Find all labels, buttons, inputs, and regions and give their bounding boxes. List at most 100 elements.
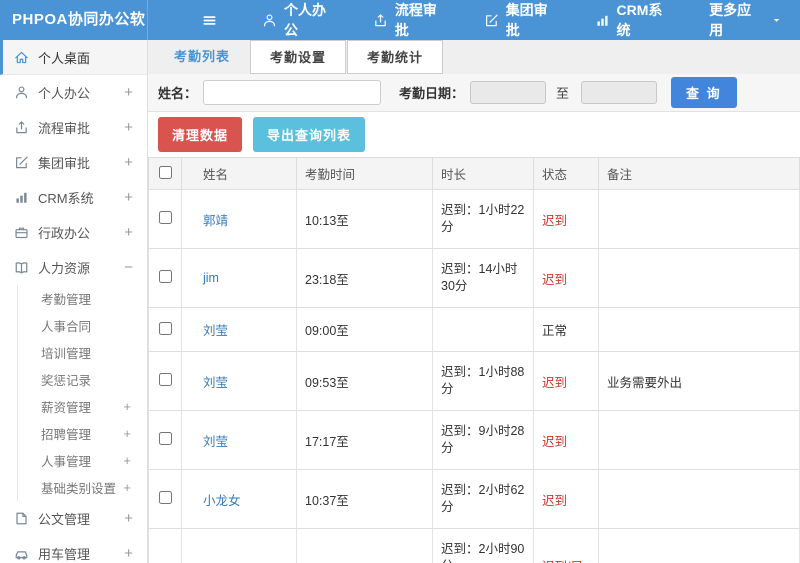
sidebar-item-reward-punishment[interactable]: 奖惩记录: [17, 366, 147, 393]
expand-toggle-icon[interactable]: +: [123, 427, 131, 440]
sidebar-item-admin-office[interactable]: 行政办公 +: [0, 215, 147, 250]
employee-name-link[interactable]: 郭靖: [203, 214, 228, 228]
tab-bar: 考勤列表 考勤设置 考勤统计: [148, 40, 800, 74]
topbar-nav-crm-system[interactable]: CRM系统: [577, 0, 692, 40]
expand-toggle-icon[interactable]: +: [124, 85, 133, 100]
row-checkbox[interactable]: [158, 491, 172, 504]
table-row: 小龙女 10:37至 迟到：2小时62分 迟到: [148, 469, 800, 529]
chart-icon: [595, 13, 610, 28]
edit-icon: [484, 13, 499, 28]
car-icon: [14, 546, 29, 561]
topbar: PHPOA协同办公软件 个人办公 流程审批 集团审批 CRM系统 更多应用: [0, 0, 800, 68]
employee-name-link[interactable]: jim: [203, 271, 219, 285]
person-icon: [262, 13, 277, 28]
topbar-nav-group-approval[interactable]: 集团审批: [466, 0, 577, 40]
duration-cell: 迟到：14小时30分: [432, 248, 534, 308]
edit-icon: [14, 155, 29, 170]
expand-toggle-icon[interactable]: +: [124, 225, 133, 240]
expand-toggle-icon[interactable]: +: [123, 481, 131, 494]
sidebar-item-attendance-management[interactable]: 考勤管理: [17, 285, 147, 312]
row-checkbox[interactable]: [158, 321, 172, 335]
expand-toggle-icon[interactable]: −: [124, 260, 133, 275]
employee-name-link[interactable]: 刘莹: [203, 435, 228, 449]
expand-toggle-icon[interactable]: +: [124, 511, 133, 526]
sidebar-item-hr-contract[interactable]: 人事合同: [17, 312, 147, 339]
sidebar-item-group-approval[interactable]: 集团审批 +: [0, 145, 147, 180]
topbar-nav-more-apps[interactable]: 更多应用: [691, 0, 800, 40]
expand-toggle-icon[interactable]: +: [123, 454, 131, 467]
tab-attendance-list[interactable]: 考勤列表: [155, 40, 249, 74]
status-cell: 迟到/早退: [533, 528, 599, 563]
flow-icon: [373, 13, 388, 28]
note-cell: [598, 469, 800, 529]
row-checkbox[interactable]: [158, 432, 172, 445]
attendance-time-cell: 09:00至: [296, 307, 433, 352]
sidebar-item-base-category-settings[interactable]: 基础类别设置 +: [17, 474, 147, 501]
topbar-nav-personal-office[interactable]: 个人办公: [244, 0, 355, 40]
sidebar: 个人桌面 个人办公 + 流程审批 + 集团审批 + CRM系统 + 行政办公 +…: [0, 40, 148, 563]
sidebar-item-training-management[interactable]: 培训管理: [17, 339, 147, 366]
duration-cell: 迟到：1小时22分: [432, 189, 534, 249]
date-to-input[interactable]: [581, 81, 658, 104]
column-header: 姓名: [181, 157, 297, 190]
row-checkbox[interactable]: [158, 270, 172, 283]
status-cell: 迟到: [533, 248, 599, 308]
status-cell: 正常: [533, 307, 599, 352]
sidebar-item-crm-system[interactable]: CRM系统 +: [0, 180, 147, 215]
expand-toggle-icon[interactable]: +: [124, 190, 133, 205]
sidebar-item-workflow-approval[interactable]: 流程审批 +: [0, 110, 147, 145]
employee-name-link[interactable]: 刘莹: [203, 376, 228, 390]
date-from-input[interactable]: [470, 81, 547, 104]
app-window: PHPOA协同办公软件 个人办公 流程审批 集团审批 CRM系统 更多应用 个人…: [0, 0, 800, 563]
tab-attendance-stats[interactable]: 考勤统计: [347, 40, 444, 74]
table-header-row: 姓名 考勤时间 时长 状态 备注: [148, 157, 800, 190]
expand-toggle-icon[interactable]: +: [124, 155, 133, 170]
sidebar-item-document-management[interactable]: 公文管理 +: [0, 501, 147, 536]
expand-toggle-icon[interactable]: +: [124, 120, 133, 135]
note-cell: [598, 410, 800, 470]
column-header: 备注: [598, 157, 800, 190]
sidebar-item-vehicle-management[interactable]: 用车管理 +: [0, 536, 147, 563]
row-checkbox[interactable]: [158, 373, 172, 386]
attendance-table-wrap: 姓名 考勤时间 时长 状态 备注 郭靖 10:13至 迟到：1小时22分 迟到 jim …: [148, 157, 800, 563]
hamburger-icon[interactable]: [196, 7, 222, 33]
note-cell: 业务需要外出: [598, 351, 800, 411]
sidebar-item-recruit-management[interactable]: 招聘管理 +: [17, 420, 147, 447]
topbar-nav-workflow-approval[interactable]: 流程审批: [355, 0, 466, 40]
expand-toggle-icon[interactable]: +: [124, 546, 133, 561]
column-header: 时长: [432, 157, 534, 190]
table-row: 刘莹 09:53至 迟到：1小时88分 迟到 业务需要外出: [148, 351, 800, 411]
export-list-button[interactable]: 导出查询列表: [253, 117, 366, 152]
date-to-label: 至: [556, 86, 570, 101]
clear-data-button[interactable]: 清理数据: [158, 117, 243, 152]
sidebar-item-personal-office[interactable]: 个人办公 +: [0, 75, 147, 110]
expand-toggle-icon[interactable]: +: [123, 400, 131, 413]
chart-icon: [14, 190, 29, 205]
attendance-time-cell: 17:17至: [296, 410, 433, 470]
duration-cell: 迟到：1小时88分: [432, 351, 534, 411]
attendance-table: 姓名 考勤时间 时长 状态 备注 郭靖 10:13至 迟到：1小时22分 迟到 jim …: [148, 157, 800, 563]
note-cell: [598, 248, 800, 308]
name-label: 姓名：: [158, 86, 198, 101]
table-row: 刘莹 17:17至 迟到：9小时28分 迟到: [148, 410, 800, 470]
row-checkbox[interactable]: [158, 211, 172, 224]
table-row: 郭靖 10:13至 迟到：1小时22分 迟到: [148, 189, 800, 249]
name-search-input[interactable]: [203, 80, 382, 105]
sidebar-item-human-resources[interactable]: 人力资源 −: [0, 250, 147, 285]
tab-attendance-settings[interactable]: 考勤设置: [250, 40, 347, 74]
employee-name-link[interactable]: 小龙女: [203, 494, 241, 508]
duration-cell: 迟到：2小时90分早退：7小时10分: [432, 528, 534, 563]
duration-cell: [432, 307, 534, 352]
person-icon: [14, 85, 29, 100]
sidebar-item-salary-management[interactable]: 薪资管理 +: [17, 393, 147, 420]
sidebar-item-personnel-management[interactable]: 人事管理 +: [17, 447, 147, 474]
main-content: 考勤列表 考勤设置 考勤统计 姓名： 考勤日期： 至 查 询 清理数据 导出查询…: [148, 40, 800, 563]
select-all-checkbox[interactable]: [158, 165, 172, 179]
query-button[interactable]: 查 询: [671, 77, 737, 108]
sidebar-item-personal-desktop[interactable]: 个人桌面: [0, 40, 147, 75]
attendance-time-cell: 09:53至: [296, 351, 433, 411]
note-cell: [598, 307, 800, 352]
book-icon: [14, 260, 29, 275]
briefcase-icon: [14, 225, 29, 240]
employee-name-link[interactable]: 刘莹: [203, 324, 228, 338]
